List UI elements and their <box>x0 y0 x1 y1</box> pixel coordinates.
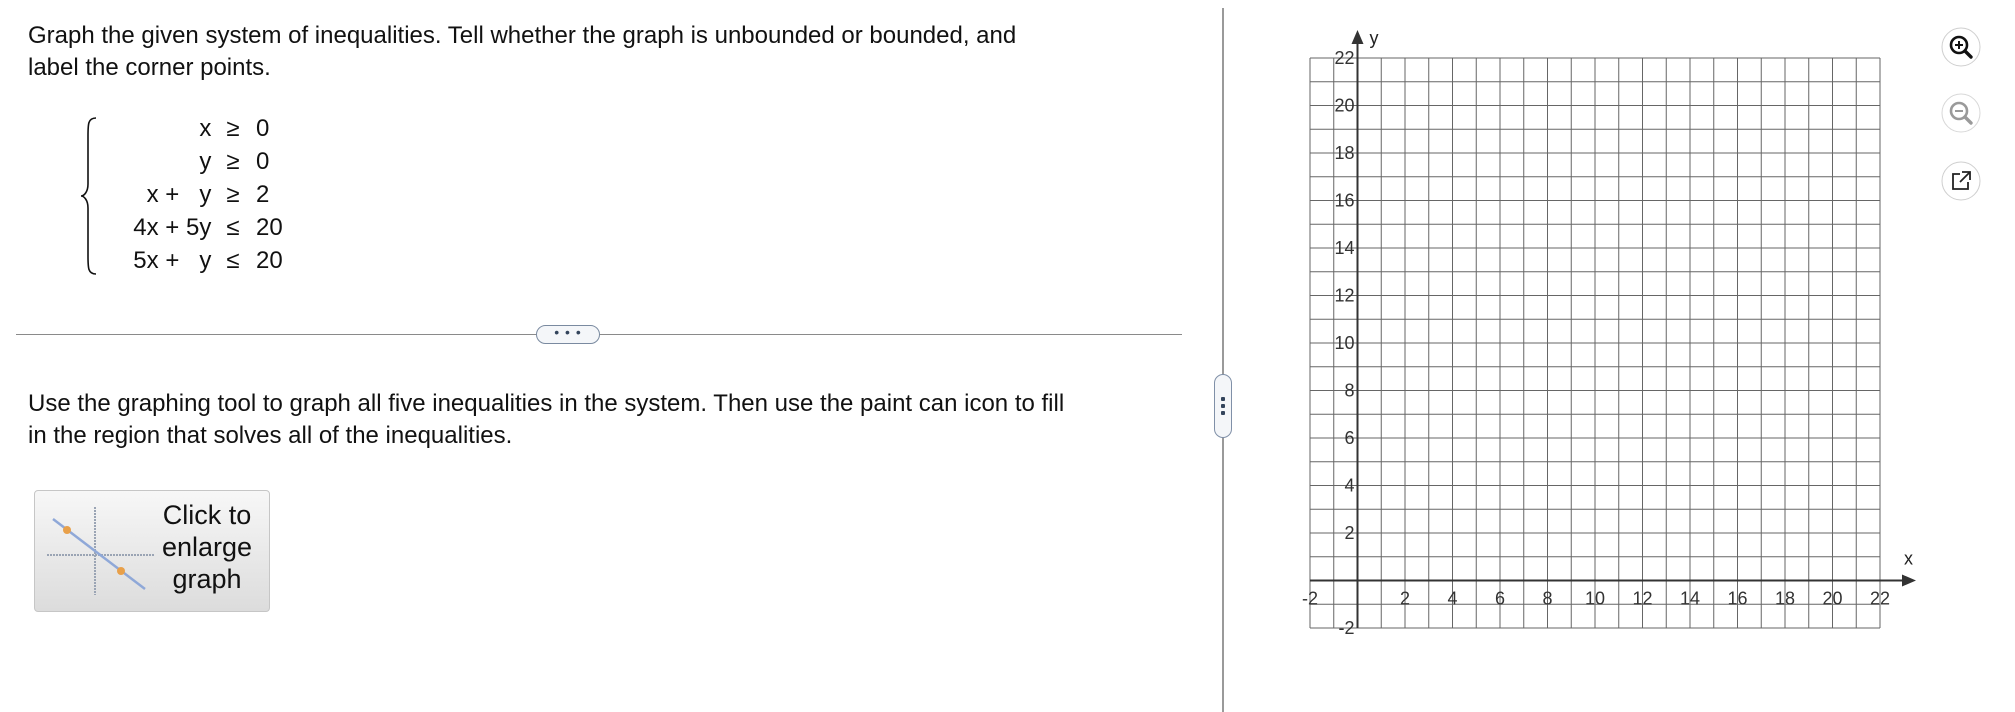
inequality-system: x ≥0 y ≥0 x + y ≥2 4x + 5y ≤20 5x + y ≤20 <box>70 112 310 280</box>
instruction-line-1: Use the graphing tool to graph all five … <box>28 390 1065 417</box>
graph-instruction: Use the graphing tool to graph all five … <box>28 388 1168 452</box>
zoom-out-icon[interactable] <box>1940 92 1982 134</box>
inequality-relation: ≥ <box>226 115 240 142</box>
x-tick-label: 10 <box>1585 589 1605 609</box>
enlarge-label-line-3: graph <box>172 564 242 594</box>
inequality-relation: ≤ <box>226 214 240 241</box>
external-link-icon[interactable] <box>1940 160 1982 202</box>
y-tick-label: 22 <box>1334 48 1354 68</box>
x-tick-label: 8 <box>1542 589 1552 609</box>
inequality-lhs: 5x + y <box>133 247 218 274</box>
question-pane: Graph the given system of inequalities. … <box>0 0 1210 712</box>
inequality-lhs: x + y <box>146 181 218 208</box>
inequality-row: x ≥0 <box>70 112 310 145</box>
y-tick-label: 6 <box>1344 428 1354 448</box>
x-axis-arrow-icon <box>1902 574 1916 587</box>
x-tick-label: 14 <box>1680 589 1700 609</box>
x-tick-label: 4 <box>1447 589 1457 609</box>
instruction-line-2: in the region that solves all of the ine… <box>28 422 513 449</box>
prompt-line-1: Graph the given system of inequalities. … <box>28 22 1017 49</box>
enlarge-label-line-2: enlarge <box>161 532 253 562</box>
pane-resize-handle[interactable] <box>1214 374 1232 438</box>
y-tick-label: 14 <box>1334 238 1354 258</box>
x-tick-label: 6 <box>1495 589 1505 609</box>
expand-button[interactable]: • • • <box>536 325 600 344</box>
y-tick-label: 10 <box>1334 333 1354 353</box>
x-tick-label: 2 <box>1400 589 1410 609</box>
y-tick-label: -2 <box>1338 618 1354 638</box>
inequality-relation: ≤ <box>226 247 240 274</box>
y-axis-label: y <box>1370 28 1379 48</box>
graphing-area[interactable]: x y -2 2 4 6 8 10 12 14 16 18 20 22 22 20 18 16 14 12 10 8 6 4 2… <box>1270 16 1940 656</box>
zoom-in-icon[interactable] <box>1940 26 1982 68</box>
enlarge-label-line-1: Click to <box>162 500 252 530</box>
y-tick-label: 8 <box>1344 381 1354 401</box>
x-tick-label: 18 <box>1775 589 1795 609</box>
enlarge-graph-button[interactable]: Click to enlarge graph <box>34 490 270 612</box>
y-tick-label: 4 <box>1344 476 1354 496</box>
inequality-row: 5x + y ≤20 <box>70 244 310 277</box>
y-tick-label: 16 <box>1334 191 1354 211</box>
graph-thumbnail-icon <box>47 507 155 595</box>
inequality-relation: ≥ <box>226 148 240 175</box>
inequality-row: 4x + 5y ≤20 <box>70 211 310 244</box>
inequality-relation: ≥ <box>226 181 240 208</box>
inequality-rhs: 20 <box>256 247 283 274</box>
y-tick-label: 2 <box>1344 523 1354 543</box>
enlarge-graph-label: Click to enlarge graph <box>147 499 267 595</box>
inequality-lhs: x <box>199 115 218 142</box>
x-axis-label: x <box>1904 549 1913 569</box>
prompt-line-2: label the corner points. <box>28 54 271 81</box>
x-tick-label: 20 <box>1822 589 1842 609</box>
inequality-lhs: 4x + 5y <box>133 214 218 241</box>
inequality-row: x + y ≥2 <box>70 178 310 211</box>
inequality-rhs: 0 <box>256 148 270 175</box>
inequality-lhs: y <box>199 148 218 175</box>
y-tick-label: 18 <box>1334 143 1354 163</box>
question-prompt: Graph the given system of inequalities. … <box>28 20 1168 84</box>
y-axis-arrow-icon <box>1351 30 1364 44</box>
inequality-rhs: 20 <box>256 214 283 241</box>
inequality-rhs: 2 <box>256 181 270 208</box>
inequality-row: y ≥0 <box>70 145 310 178</box>
x-tick-label: 12 <box>1632 589 1652 609</box>
y-tick-label: 20 <box>1334 96 1354 116</box>
pane-divider <box>1222 8 1224 712</box>
y-tick-label: 12 <box>1334 286 1354 306</box>
x-tick-label: 22 <box>1870 589 1890 609</box>
x-tick-label: -2 <box>1302 589 1318 609</box>
x-tick-label: 16 <box>1727 589 1747 609</box>
inequality-rhs: 0 <box>256 115 270 142</box>
